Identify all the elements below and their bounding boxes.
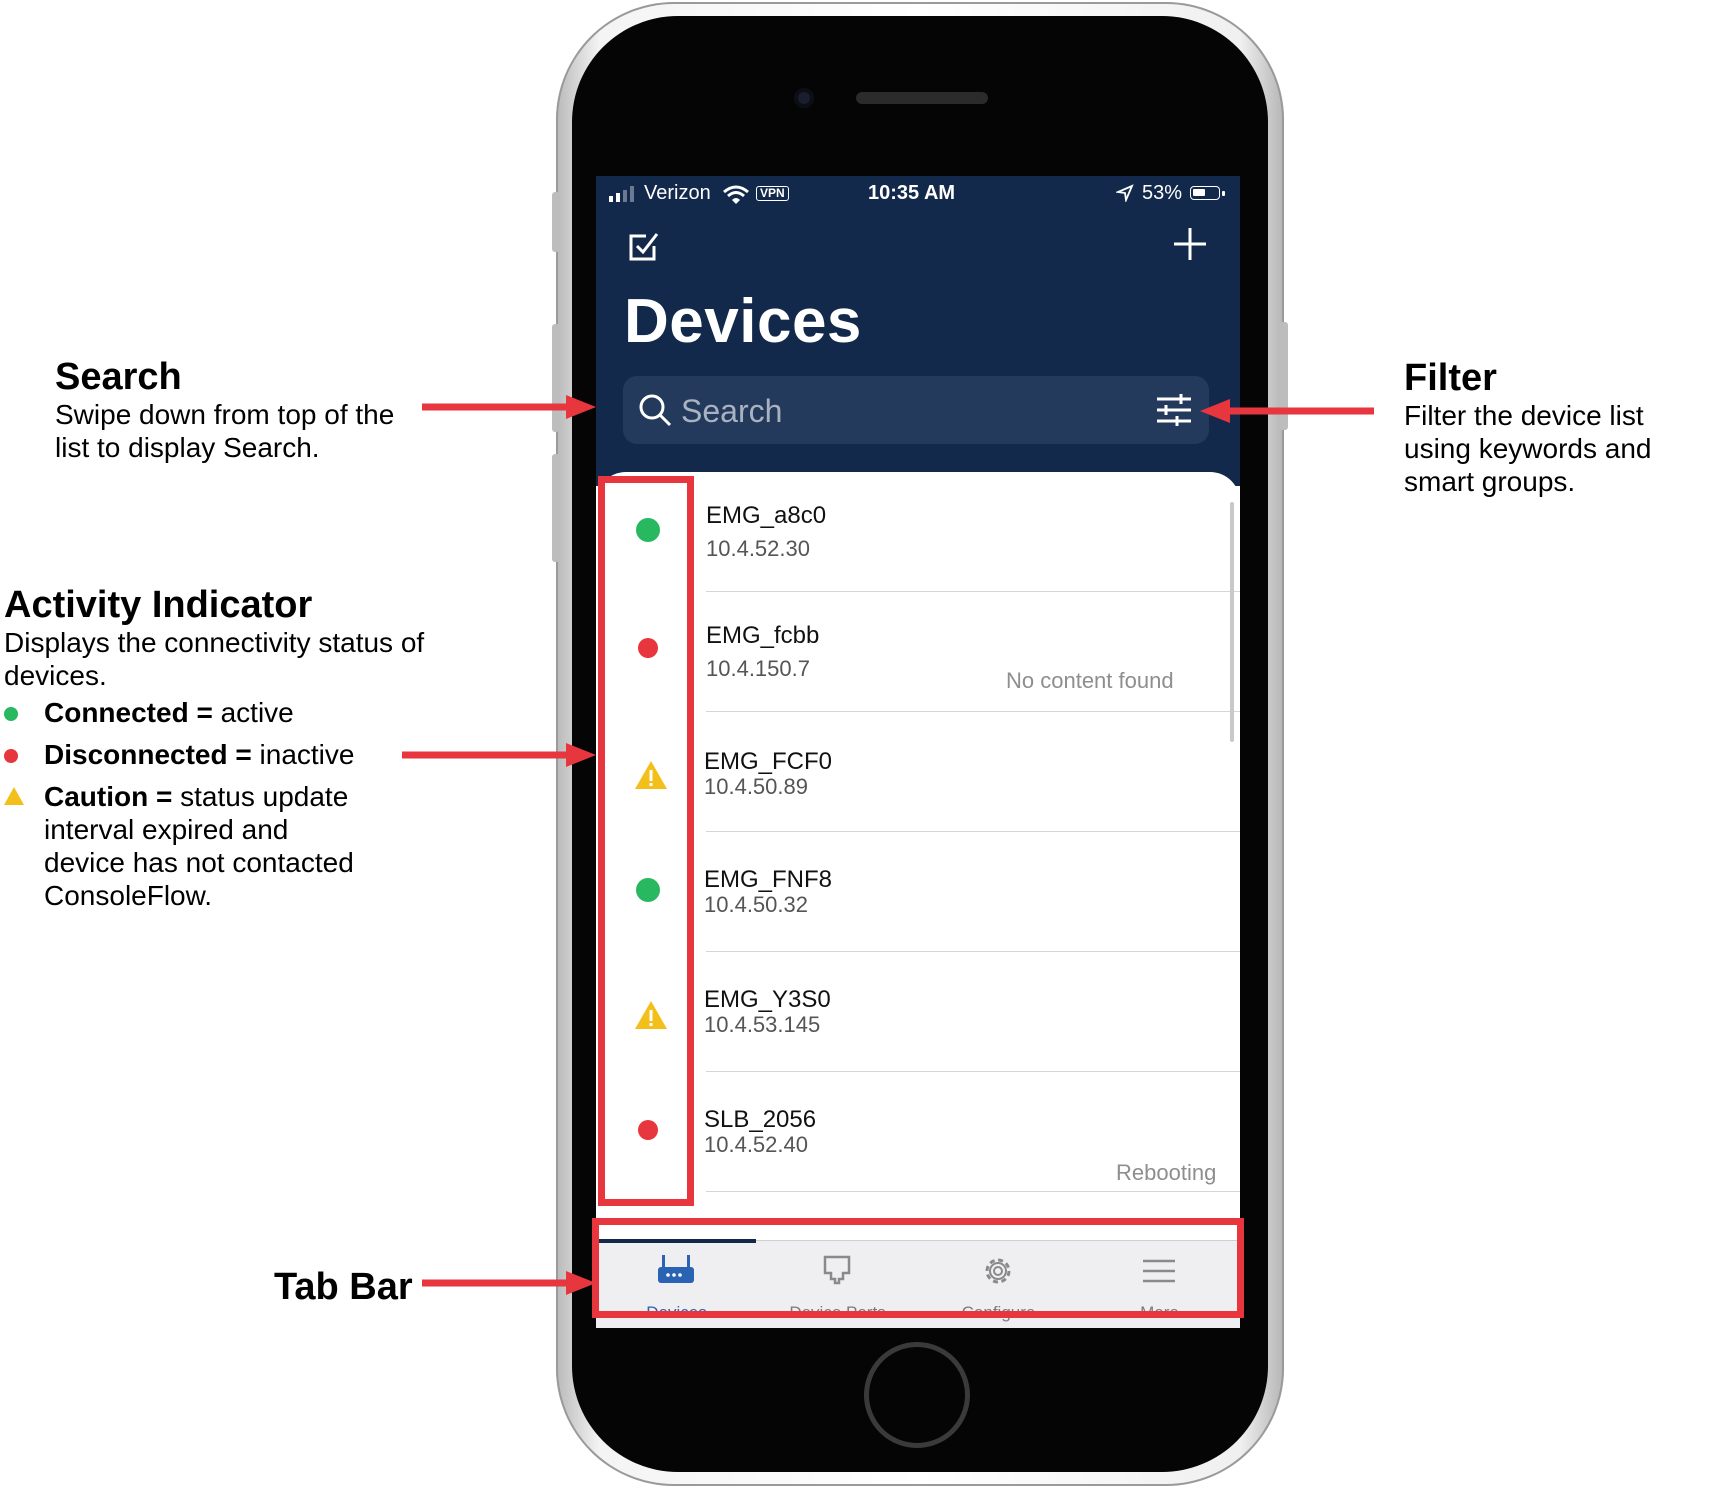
tab-bar-highlight	[592, 1218, 1244, 1318]
legend-caution-line: ConsoleFlow.	[44, 880, 213, 911]
battery-icon	[1190, 186, 1220, 200]
legend-caution: Caution = status update interval expired…	[4, 780, 474, 912]
vpn-badge: VPN	[756, 186, 789, 201]
device-ip: 10.4.52.40	[704, 1132, 808, 1157]
device-ip: 10.4.150.7	[706, 656, 810, 681]
search-arrow	[422, 395, 596, 419]
select-checkbox-icon[interactable]	[626, 228, 662, 264]
device-name: EMG_Y3S0	[704, 986, 831, 1013]
search-annotation-title: Search	[55, 356, 182, 398]
tabbar-annotation-title: Tab Bar	[274, 1266, 413, 1308]
filter-arrow	[1200, 399, 1374, 423]
device-ip: 10.4.50.32	[704, 892, 808, 917]
search-input[interactable]	[679, 386, 1123, 436]
legend-caution-line: device has not contacted	[44, 847, 354, 878]
phone-side-button	[552, 454, 560, 562]
tabbar-annotation: Tab Bar	[274, 1266, 413, 1308]
legend-sep: =	[148, 781, 181, 812]
legend-value: inactive	[259, 739, 355, 770]
legend-value: active	[220, 697, 294, 728]
legend-key: Disconnected	[44, 739, 228, 770]
device-status-note: Rebooting	[1116, 1160, 1217, 1185]
home-button[interactable]	[864, 1342, 970, 1448]
activity-arrow	[402, 743, 596, 767]
phone-side-button	[552, 192, 560, 252]
search-annotation-line: list to display Search.	[55, 432, 320, 463]
device-ip: 10.4.52.30	[706, 536, 810, 561]
battery-fill	[1193, 189, 1205, 196]
legend-caution-line: interval expired and	[44, 814, 289, 845]
device-ip: 10.4.53.145	[704, 1012, 821, 1037]
row-divider	[706, 1191, 1240, 1192]
cell-signal-icon	[609, 186, 634, 202]
legend-connected: Connected = active	[4, 696, 474, 729]
legend-key: Caution	[44, 781, 149, 812]
filter-annotation-line: smart groups.	[1404, 466, 1576, 497]
scrollbar[interactable]	[1230, 502, 1234, 742]
device-name: SLB_2056	[704, 1106, 817, 1133]
filter-annotation-line: Filter the device list	[1404, 400, 1644, 431]
location-arrow-icon	[1116, 184, 1134, 202]
legend-value: status update	[180, 781, 349, 812]
device-ip: 10.4.50.89	[704, 774, 808, 799]
device-name: EMG_FCF0	[704, 748, 833, 775]
filter-annotation-line: using keywords and	[1404, 433, 1652, 464]
red-dot-icon	[4, 749, 18, 763]
carrier-name: Verizon	[644, 182, 711, 204]
wifi-icon	[723, 185, 749, 204]
tabbar-arrow	[422, 1271, 596, 1295]
legend-key: Connected	[44, 697, 189, 728]
device-status-note: No content found	[1006, 668, 1174, 693]
device-name: EMG_fcbb	[706, 622, 820, 649]
battery-percentage: 53%	[1142, 182, 1183, 204]
activity-annotation-title: Activity Indicator	[4, 584, 313, 626]
green-dot-icon	[4, 707, 18, 721]
filter-sliders-icon[interactable]	[1155, 392, 1193, 428]
device-name: EMG_a8c0	[706, 502, 827, 529]
battery-cap	[1222, 191, 1225, 196]
search-annotation-line: Swipe down from top of the	[55, 399, 395, 430]
app-header: Verizon VPN 10:35 AM 53% Devices	[596, 176, 1240, 486]
activity-indicator-highlight	[598, 476, 694, 1206]
filter-annotation-title: Filter	[1404, 357, 1497, 399]
search-icon	[639, 394, 672, 427]
warning-icon	[4, 787, 24, 805]
search-bar[interactable]	[623, 376, 1209, 444]
earpiece-speaker	[856, 92, 988, 104]
activity-annotation-line: devices.	[4, 660, 107, 691]
page-title: Devices	[624, 287, 862, 356]
legend-sep: =	[188, 697, 221, 728]
clock: 10:35 AM	[868, 182, 956, 204]
front-camera	[794, 88, 814, 108]
filter-annotation: Filter Filter the device list using keyw…	[1404, 357, 1704, 498]
legend-sep: =	[227, 739, 260, 770]
add-icon[interactable]	[1170, 224, 1210, 264]
status-bar: Verizon VPN 10:35 AM 53%	[596, 176, 1240, 216]
device-name: EMG_FNF8	[704, 866, 833, 893]
search-annotation: Search Swipe down from top of the list t…	[55, 356, 455, 464]
activity-annotation-line: Displays the connectivity status of	[4, 627, 425, 658]
